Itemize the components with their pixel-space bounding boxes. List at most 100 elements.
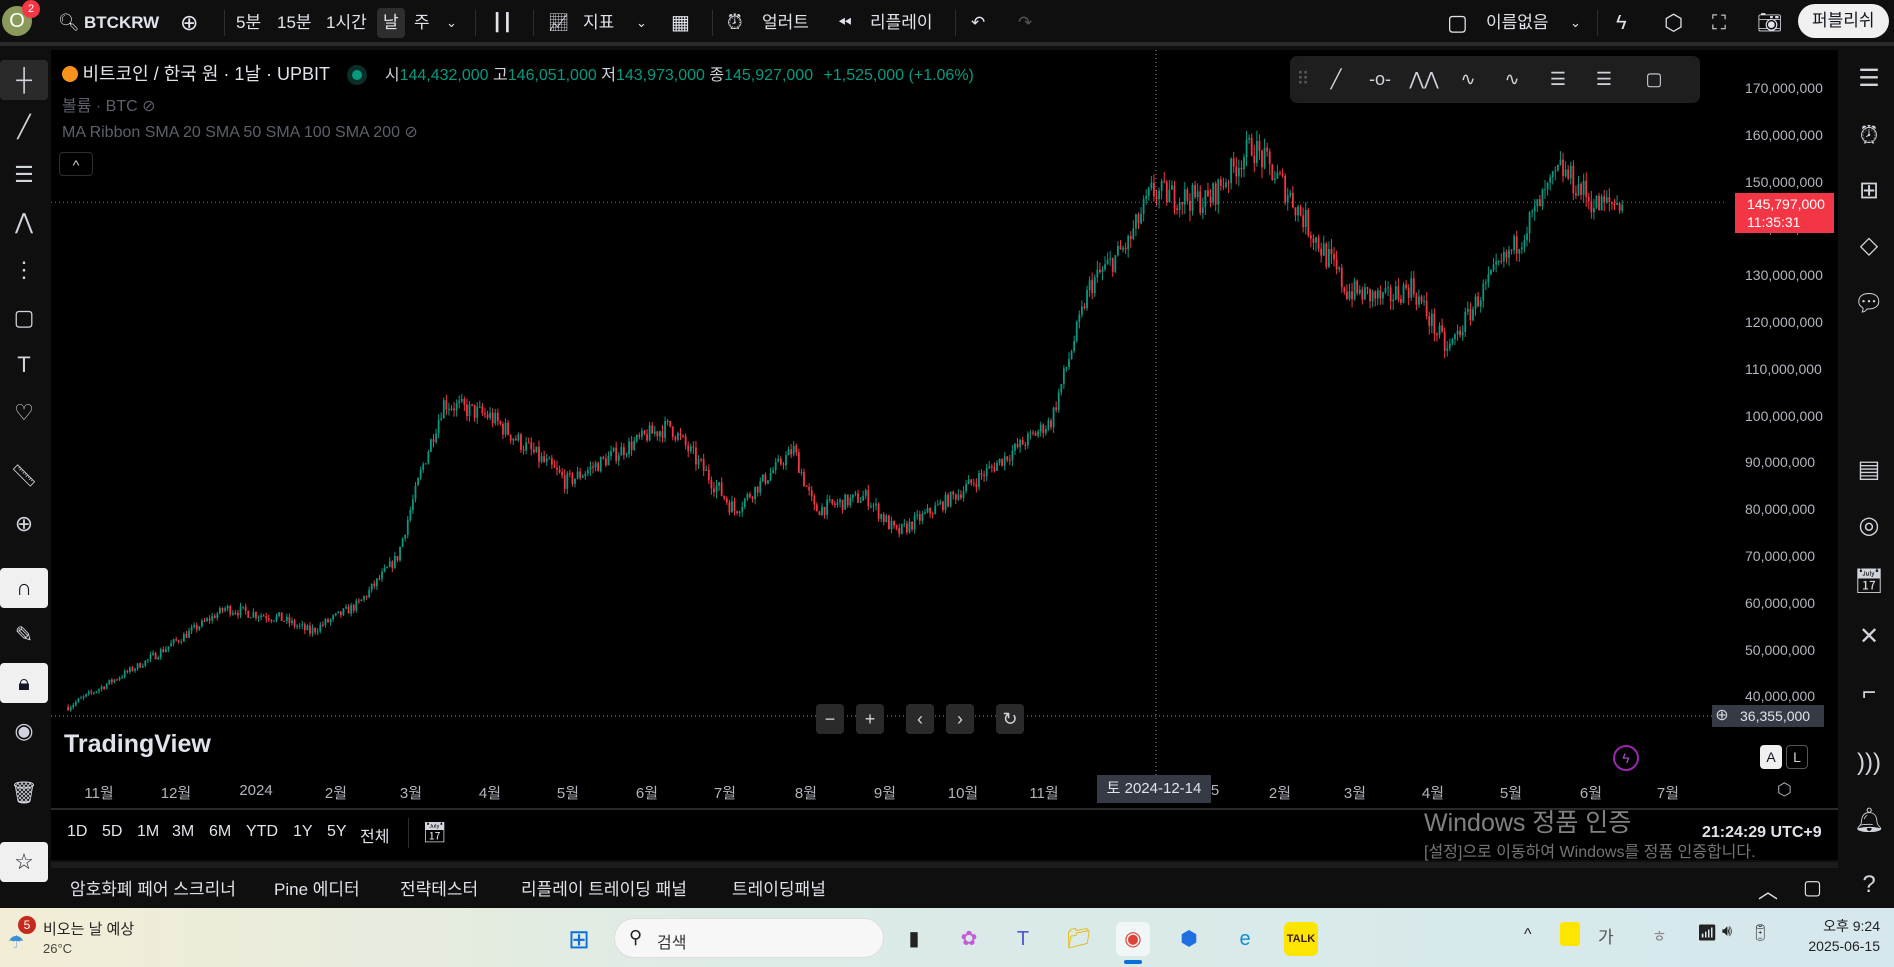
watchlist-icon[interactable]: ☰ [1844, 59, 1894, 99]
interval-1w[interactable]: 주 [414, 8, 430, 38]
trash-icon[interactable]: 🗑︎ [0, 773, 48, 813]
compare-add-icon[interactable]: ⊕ [180, 8, 198, 38]
chart-pane[interactable] [51, 50, 1838, 860]
search-icon[interactable]: 🔍︎ [58, 8, 80, 38]
time-axis-settings-icon[interactable]: ⬡ [1777, 780, 1792, 800]
indicators-icon[interactable]: 📈︎ [548, 8, 570, 38]
fullscreen-icon[interactable]: ⛶ [1712, 8, 1726, 38]
range-button-5d[interactable]: 5D [102, 823, 122, 841]
ruler-icon[interactable]: 📏︎ [0, 456, 48, 496]
volume-legend[interactable]: 볼륨 · BTC ⊘ [62, 92, 156, 116]
fib-retracement-icon[interactable]: ☰ [1540, 62, 1576, 96]
trend-line-icon[interactable]: ╱ [0, 107, 48, 147]
zoom-out-button[interactable]: − [816, 704, 844, 734]
chrome-icon[interactable]: ◉ [1116, 922, 1150, 956]
taskbar-search[interactable]: ⚲ 검색 [614, 918, 884, 958]
copilot-icon[interactable]: ✿ [952, 922, 986, 956]
object-tree-icon[interactable]: ⊞ [1844, 171, 1894, 211]
interval-5m[interactable]: 5분 [236, 8, 261, 38]
ma-legend[interactable]: MA Ribbon SMA 20 SMA 50 SMA 100 SMA 200 … [62, 122, 418, 142]
tab-strategy-tester[interactable]: 전략테스터 [400, 875, 478, 900]
app-icon[interactable]: ⬢ [1172, 922, 1206, 956]
taskbar-time[interactable]: 오후 9:24 [1806, 916, 1880, 936]
scroll-right-button[interactable]: › [946, 704, 974, 734]
zoom-in-icon[interactable]: ⊕ [0, 504, 48, 544]
battery-icon[interactable]: 🔋︎ [1750, 923, 1770, 943]
tab-crypto-screener[interactable]: 암호화폐 페어 스크리너 [70, 875, 236, 900]
go-to-date-icon[interactable]: 📅︎ [422, 820, 447, 845]
watchlist-star-icon[interactable]: ☆ [0, 842, 48, 882]
range-button-ytd[interactable]: YTD [246, 823, 278, 841]
abc-pattern-icon[interactable]: ∿ [1494, 62, 1530, 96]
add-alert-plus-icon[interactable]: ⊕ [1710, 705, 1734, 727]
interval-15m[interactable]: 15분 [277, 8, 312, 38]
hotlist-icon[interactable]: ◎ [1844, 506, 1894, 546]
layout-name[interactable]: 이름없음 [1486, 8, 1549, 38]
camera-icon[interactable]: 📷︎ [1757, 8, 1782, 38]
tab-replay-trading-panel[interactable]: 리플레이 트레이딩 패널 [521, 875, 687, 900]
range-button-5y[interactable]: 5Y [327, 823, 347, 841]
publish-button[interactable]: 퍼블리쉬 [1798, 4, 1889, 38]
kakaotalk-tray-icon[interactable] [1560, 922, 1580, 946]
stay-drawing-icon[interactable]: ✎ [0, 615, 48, 655]
notifications-bell-icon[interactable]: 🔔︎ [1844, 801, 1894, 841]
lightning-icon[interactable]: ϟ [1613, 745, 1639, 771]
reset-chart-button[interactable]: ↻ [996, 704, 1024, 734]
redo-icon[interactable]: ↷ [1018, 8, 1032, 38]
eye-icon[interactable]: ◉ [0, 711, 48, 751]
calendar-news-icon[interactable]: ▤ [1844, 450, 1894, 490]
magnet-icon[interactable]: ∩ [0, 568, 48, 608]
range-button-전체[interactable]: 전체 [360, 823, 389, 847]
elliott-wave-icon[interactable]: ∿ [1450, 62, 1486, 96]
maximize-panel-icon[interactable]: ▢ [1803, 875, 1822, 900]
chevron-down-icon[interactable]: ⌄ [636, 8, 647, 38]
kakaotalk-icon[interactable]: TALK [1284, 922, 1318, 956]
range-button-1m[interactable]: 1M [137, 823, 159, 841]
wifi-icon[interactable]: 📶︎ [1697, 923, 1717, 943]
price-chart[interactable] [51, 50, 1727, 777]
windows-start-icon[interactable]: ⊞ [562, 922, 596, 956]
show-hidden-icons[interactable]: ^ [1524, 926, 1532, 944]
log-scale-button[interactable]: L [1786, 745, 1808, 769]
tab-trading-panel[interactable]: 트레이딩패널 [732, 875, 826, 900]
range-button-6m[interactable]: 6M [209, 823, 231, 841]
trendline-tool-icon[interactable]: ╱ [1318, 62, 1354, 96]
collapse-legend-button[interactable]: ^ [59, 152, 93, 176]
stream-icon[interactable]: ))) [1844, 743, 1894, 783]
range-button-3m[interactable]: 3M [172, 823, 194, 841]
ime-mode-icon[interactable]: ㅎ [1652, 923, 1667, 947]
undo-icon[interactable]: ↶ [971, 8, 985, 38]
weather-text[interactable]: 비오는 날 예상 [43, 918, 134, 939]
chevron-down-icon[interactable]: ⌄ [1570, 8, 1581, 38]
replay-button[interactable]: 리플레이 [870, 8, 933, 38]
head-shoulders-icon[interactable]: ⋀⋀ [1406, 62, 1442, 96]
interval-1d[interactable]: 날 [377, 8, 405, 38]
file-explorer-icon[interactable]: 📁︎ [1062, 922, 1096, 956]
text-icon[interactable]: T [0, 345, 48, 385]
hidden-eye-icon[interactable]: ⊘ [142, 98, 155, 115]
interval-1h[interactable]: 1시간 [326, 8, 367, 38]
taskbar-date[interactable]: 2025-06-15 [1790, 938, 1880, 954]
volume-icon[interactable]: 🔊︎ [1722, 923, 1732, 941]
chevron-down-icon[interactable]: ⌄ [446, 8, 457, 38]
lock-icon[interactable]: 🔒︎ [0, 663, 48, 703]
prediction-icon[interactable]: ⋮ [0, 250, 48, 290]
shapes-icon[interactable]: ▢ [0, 298, 48, 338]
replay-icon[interactable]: ⏪︎ [838, 8, 852, 38]
favorites-heart-icon[interactable]: ♡ [0, 393, 48, 433]
symbol-search[interactable]: BTCKRW [84, 8, 159, 38]
options-icon[interactable]: ✕ [1844, 617, 1894, 657]
zoom-in-button[interactable]: + [856, 704, 884, 734]
horizontal-ray-icon[interactable]: -o- [1362, 62, 1398, 96]
layers-icon[interactable]: ◇ [1844, 226, 1894, 266]
alert-button[interactable]: 얼러트 [762, 8, 809, 38]
task-view-icon[interactable]: ▮ [897, 922, 931, 956]
fib-extension-icon[interactable]: ☰ [1586, 62, 1622, 96]
candles-icon[interactable]: ┃┃ [492, 8, 512, 38]
range-button-1d[interactable]: 1D [67, 823, 87, 841]
help-icon[interactable]: ? [1844, 865, 1894, 905]
quick-search-icon[interactable]: ϟ [1616, 8, 1627, 38]
templates-icon[interactable]: ▦ [671, 8, 690, 38]
chat-icon[interactable]: 💬︎ [1844, 284, 1894, 324]
ime-indicator[interactable]: 가 [1598, 923, 1614, 948]
